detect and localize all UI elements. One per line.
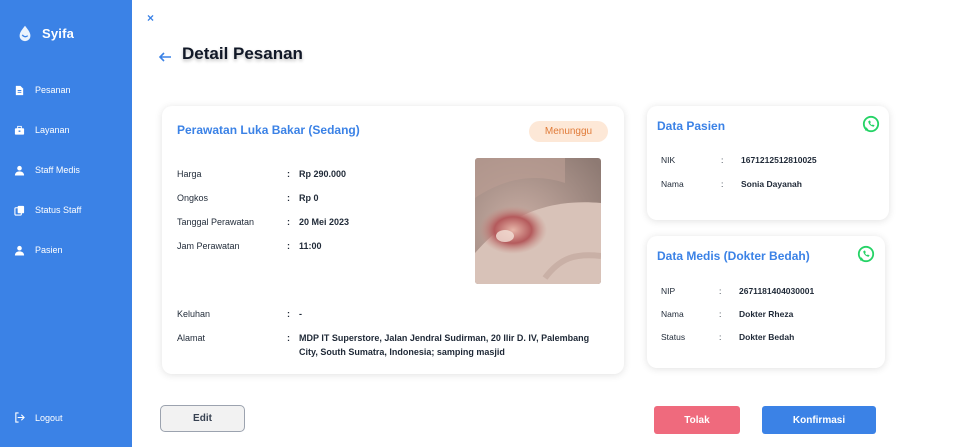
patient-card: Data Pasien NIK : 1671212512810025 Nama … bbox=[647, 106, 889, 220]
field-row-tanggal: Tanggal Perawatan : 20 Mei 2023 bbox=[177, 215, 349, 229]
field-colon: : bbox=[719, 309, 722, 319]
field-colon: : bbox=[721, 155, 724, 165]
medic-field-status: Status : Dokter Bedah bbox=[661, 331, 794, 343]
whatsapp-icon[interactable] bbox=[857, 245, 875, 263]
wound-photo bbox=[475, 158, 601, 284]
field-colon: : bbox=[287, 193, 290, 203]
field-row-harga: Harga : Rp 290.000 bbox=[177, 167, 346, 181]
field-value: 20 Mei 2023 bbox=[299, 217, 350, 227]
sidebar-item-label: Staff Medis bbox=[35, 165, 80, 175]
patient-field-nama: Nama : Sonia Dayanah bbox=[661, 178, 802, 190]
field-row-keluhan: Keluhan : - bbox=[177, 307, 302, 321]
copy-icon bbox=[14, 205, 25, 216]
field-colon: : bbox=[719, 332, 722, 342]
sidebar-item-pesanan[interactable]: Pesanan bbox=[0, 70, 132, 110]
whatsapp-icon[interactable] bbox=[862, 115, 880, 133]
field-value: Rp 290.000 bbox=[299, 169, 347, 179]
medic-field-nama: Nama : Dokter Rheza bbox=[661, 308, 793, 320]
sidebar-item-label: Layanan bbox=[35, 125, 70, 135]
field-value: MDP IT Superstore, Jalan Jendral Sudirma… bbox=[299, 333, 590, 357]
patient-field-nik: NIK : 1671212512810025 bbox=[661, 154, 817, 166]
edit-button[interactable]: Edit bbox=[160, 405, 245, 432]
page-title: Detail Pesanan bbox=[182, 44, 303, 63]
briefcase-icon bbox=[14, 125, 25, 135]
field-label: Harga bbox=[177, 169, 202, 179]
sidebar-item-status-staff[interactable]: Status Staff bbox=[0, 190, 132, 230]
back-arrow-icon[interactable] bbox=[158, 51, 172, 63]
field-label: Status bbox=[661, 332, 686, 342]
field-label: Keluhan bbox=[177, 309, 211, 319]
logout-label: Logout bbox=[35, 412, 63, 423]
field-row-ongkos: Ongkos : Rp 0 bbox=[177, 191, 319, 205]
field-label: NIK bbox=[661, 155, 676, 165]
field-label: Tanggal Perawatan bbox=[177, 217, 255, 227]
logout-button[interactable]: Logout bbox=[14, 412, 63, 423]
app-name: Syifa bbox=[42, 25, 75, 41]
field-colon: : bbox=[287, 217, 290, 227]
field-value: 11:00 bbox=[299, 241, 322, 251]
field-label: NIP bbox=[661, 286, 676, 296]
sidebar-item-pasien[interactable]: Pasien bbox=[0, 230, 132, 270]
field-colon: : bbox=[287, 309, 290, 319]
field-value: Dokter Bedah bbox=[739, 332, 795, 342]
reject-button[interactable]: Tolak bbox=[654, 406, 740, 434]
sidebar-nav: Pesanan Layanan Staff Medis Status Staff… bbox=[0, 70, 132, 270]
field-label: Nama bbox=[661, 179, 684, 189]
sidebar-item-staff-medis[interactable]: Staff Medis bbox=[0, 150, 132, 190]
field-colon: : bbox=[287, 241, 290, 251]
user-icon bbox=[14, 165, 25, 176]
sidebar-item-label: Pasien bbox=[35, 245, 63, 255]
field-value: 2671181404030001 bbox=[739, 286, 815, 296]
field-value: Dokter Rheza bbox=[739, 309, 794, 319]
field-row-jam: Jam Perawatan : 11:00 bbox=[177, 239, 322, 253]
logo-icon bbox=[19, 25, 31, 42]
sidebar-item-label: Pesanan bbox=[35, 85, 71, 95]
sidebar-item-layanan[interactable]: Layanan bbox=[0, 110, 132, 150]
brand[interactable]: Syifa bbox=[16, 24, 74, 42]
field-colon: : bbox=[719, 286, 722, 296]
field-colon: : bbox=[287, 169, 290, 179]
field-label: Nama bbox=[661, 309, 684, 319]
patient-card-title: Data Pasien bbox=[657, 119, 726, 133]
medic-card-title: Data Medis (Dokter Bedah) bbox=[657, 249, 810, 263]
field-colon: : bbox=[287, 333, 290, 343]
order-card: Perawatan Luka Bakar (Sedang) Menunggu H… bbox=[162, 106, 624, 374]
field-label: Ongkos bbox=[177, 193, 209, 203]
field-value: Sonia Dayanah bbox=[741, 179, 802, 189]
close-icon[interactable]: × bbox=[147, 12, 154, 24]
sidebar-item-label: Status Staff bbox=[35, 205, 82, 215]
field-label: Jam Perawatan bbox=[177, 241, 240, 251]
app-root: Syifa Pesanan Layanan Staff Medis Status… bbox=[0, 0, 953, 447]
field-label: Alamat bbox=[177, 333, 206, 343]
user-icon bbox=[14, 245, 25, 256]
field-value: 1671212512810025 bbox=[741, 155, 817, 165]
medic-field-nip: NIP : 2671181404030001 bbox=[661, 285, 814, 297]
field-value: - bbox=[299, 309, 302, 319]
field-row-alamat: Alamat : MDP IT Superstore, Jalan Jendra… bbox=[177, 331, 599, 359]
medic-card: Data Medis (Dokter Bedah) NIP : 26711814… bbox=[647, 236, 885, 368]
sidebar: Syifa Pesanan Layanan Staff Medis Status… bbox=[0, 0, 132, 447]
logout-icon bbox=[15, 412, 25, 423]
field-value: Rp 0 bbox=[299, 193, 319, 203]
field-colon: : bbox=[721, 179, 724, 189]
status-badge: Menunggu bbox=[529, 121, 608, 142]
document-icon bbox=[15, 85, 24, 95]
confirm-button[interactable]: Konfirmasi bbox=[762, 406, 876, 434]
service-title: Perawatan Luka Bakar (Sedang) bbox=[177, 123, 360, 137]
